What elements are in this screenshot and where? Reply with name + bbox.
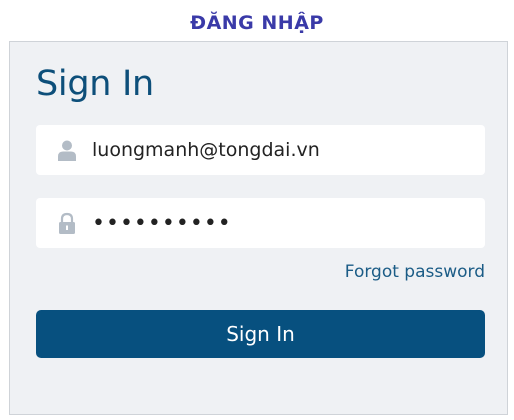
password-field[interactable] (36, 198, 485, 248)
password-input[interactable] (92, 198, 472, 248)
user-icon (56, 139, 78, 161)
sign-in-heading: Sign In (36, 64, 154, 104)
page-header-title: ĐĂNG NHẬP (190, 12, 324, 34)
sign-in-button[interactable]: Sign In (36, 310, 485, 358)
forgot-password-link[interactable]: Forgot password (345, 262, 485, 282)
username-input[interactable] (92, 125, 472, 175)
lock-icon (56, 212, 78, 234)
username-field[interactable] (36, 125, 485, 175)
login-page: ĐĂNG NHẬP Sign In Forgot password Sign I… (0, 0, 514, 420)
